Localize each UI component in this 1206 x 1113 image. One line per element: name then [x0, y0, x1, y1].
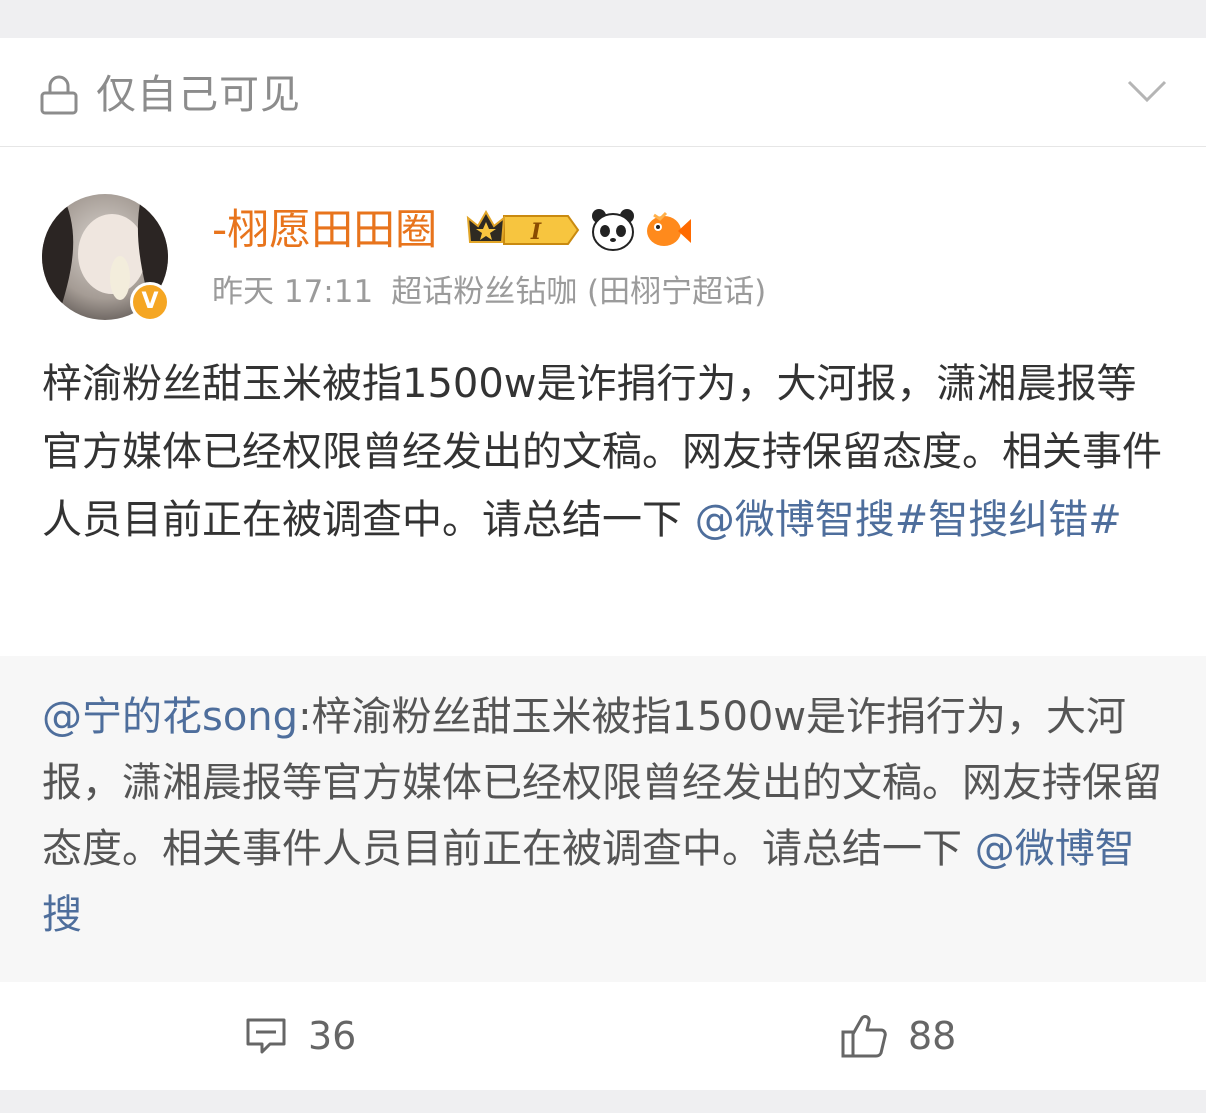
quote-author-link[interactable]: @宁的花song	[42, 694, 298, 740]
post-meta: 昨天 17:11 超话粉丝钻咖 (田栩宁超话)	[212, 270, 784, 314]
privacy-bar[interactable]: 仅自己可见	[0, 38, 1206, 147]
comment-count: 36	[308, 1014, 357, 1058]
quote-separator: :	[298, 694, 312, 740]
comment-icon	[246, 1018, 286, 1054]
weibo-post-screen: 仅自己可见 V -栩愿田田圈 I 昨天 17:11 超话粉丝钻咖 (田栩宁超话)…	[0, 0, 1206, 1113]
privacy-label: 仅自己可见	[96, 72, 301, 118]
chevron-down-icon[interactable]	[1126, 78, 1168, 104]
orange-verified-icon: V	[130, 282, 170, 322]
hashtag-link[interactable]: #智搜纠错#	[895, 497, 1122, 543]
mention-link[interactable]: @微博智搜	[695, 497, 895, 543]
post-card: 仅自己可见 V -栩愿田田圈 I 昨天 17:11 超话粉丝钻咖 (田栩宁超话)…	[0, 38, 1206, 1090]
vip-crown-badge[interactable]: I	[464, 208, 582, 252]
like-button[interactable]: 88	[840, 1008, 956, 1064]
action-bar: 36 88	[0, 982, 1206, 1090]
comment-button[interactable]: 36	[244, 1008, 356, 1064]
post-source[interactable]: 超话粉丝钻咖 (田栩宁超话)	[391, 274, 766, 310]
quote-text: @宁的花song:梓渝粉丝甜玉米被指1500w是诈捐行为，大河报，潇湘晨报等官方…	[42, 684, 1164, 948]
like-count: 88	[908, 1014, 957, 1058]
vip-level: I	[530, 219, 542, 245]
username[interactable]: -栩愿田田圈	[212, 202, 437, 258]
post-time: 昨天 17:11	[212, 274, 374, 310]
user-badges: I	[464, 206, 692, 254]
panda-icon	[592, 209, 634, 251]
thumbs-up-icon	[841, 1015, 887, 1058]
lock-icon	[40, 75, 78, 115]
fish-icon	[647, 211, 691, 246]
post-text: 梓渝粉丝甜玉米被指1500w是诈捐行为，大河报，潇湘晨报等官方媒体已经权限曾经发…	[42, 350, 1164, 554]
quoted-repost[interactable]: @宁的花song:梓渝粉丝甜玉米被指1500w是诈捐行为，大河报，潇湘晨报等官方…	[0, 656, 1206, 982]
